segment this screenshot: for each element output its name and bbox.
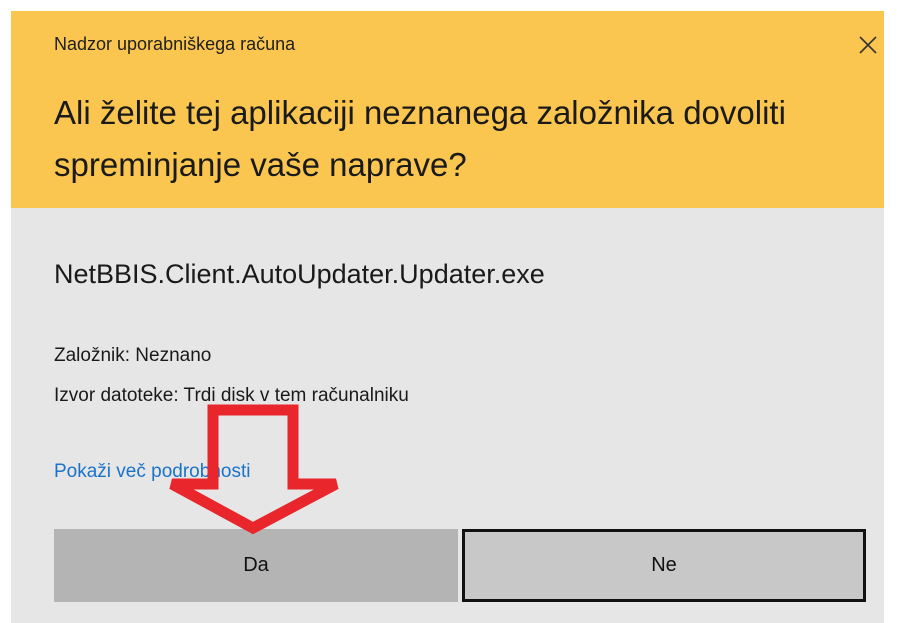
file-source-label: Izvor datoteke: Trdi disk v tem računaln… xyxy=(54,385,409,406)
app-filename: NetBBIS.Client.AutoUpdater.Updater.exe xyxy=(54,259,545,289)
yes-button[interactable]: Da xyxy=(54,529,458,602)
close-icon xyxy=(859,36,877,54)
close-button[interactable] xyxy=(854,31,882,59)
yes-button-label: Da xyxy=(243,554,269,576)
uac-dialog: Nadzor uporabniškega računa Ali želite t… xyxy=(11,11,884,623)
dialog-question: Ali želite tej aplikaciji neznanega zalo… xyxy=(54,94,786,183)
no-button-label: Ne xyxy=(651,554,677,576)
dialog-caption: Nadzor uporabniškega računa xyxy=(54,34,296,54)
publisher-label: Založnik: Neznano xyxy=(54,345,212,366)
show-details-link[interactable]: Pokaži več podrobnosti xyxy=(54,461,250,483)
dialog-header: Nadzor uporabniškega računa Ali želite t… xyxy=(11,11,884,208)
no-button[interactable]: Ne xyxy=(462,529,866,602)
